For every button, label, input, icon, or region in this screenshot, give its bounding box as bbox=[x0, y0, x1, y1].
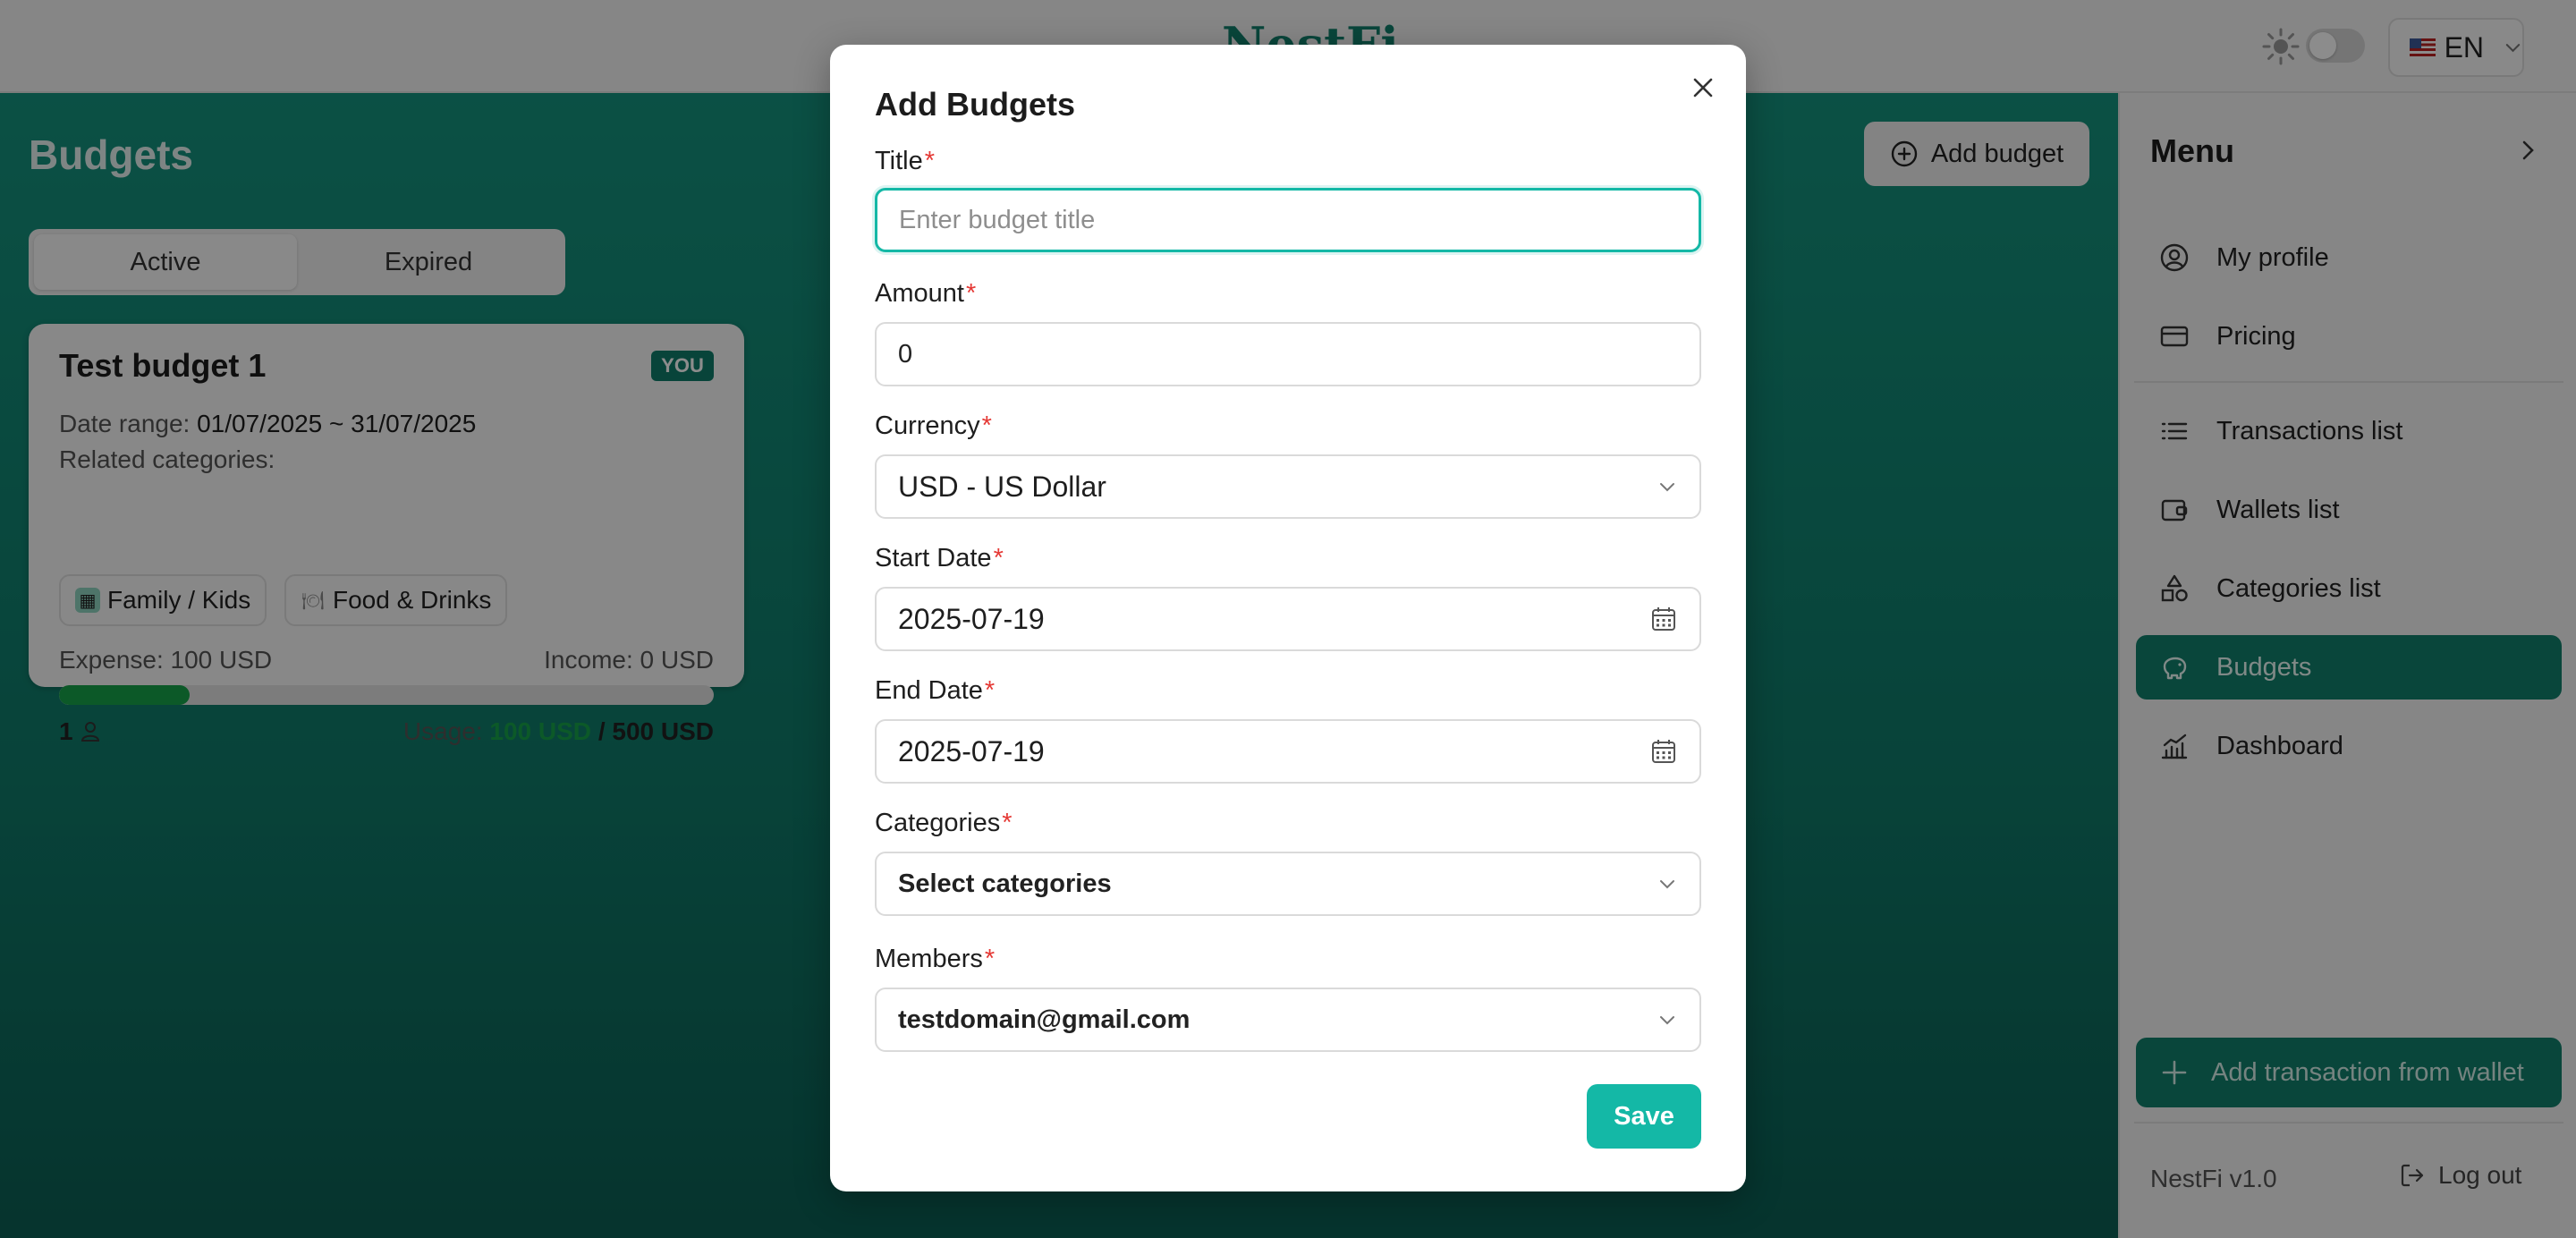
currency-value: USD - US Dollar bbox=[898, 470, 1106, 503]
end-date-field[interactable]: 2025-07-19 bbox=[875, 719, 1701, 784]
modal-title: Add Budgets bbox=[875, 86, 1075, 123]
categories-label: Categories* bbox=[875, 809, 1013, 837]
start-date-value: 2025-07-19 bbox=[898, 602, 1045, 635]
amount-label: Amount* bbox=[875, 279, 977, 308]
members-select[interactable]: testdomain@gmail.com bbox=[875, 988, 1701, 1052]
save-button[interactable]: Save bbox=[1587, 1084, 1701, 1149]
title-field[interactable] bbox=[875, 188, 1701, 252]
add-budget-modal: Add Budgets Title* Amount* 0 Currency* U… bbox=[830, 45, 1746, 1191]
members-value: testdomain@gmail.com bbox=[898, 1005, 1191, 1034]
amount-field[interactable]: 0 bbox=[875, 322, 1701, 386]
categories-value: Select categories bbox=[898, 869, 1112, 898]
members-label: Members* bbox=[875, 945, 996, 973]
title-label: Title* bbox=[875, 147, 936, 175]
calendar-icon[interactable] bbox=[1649, 605, 1678, 633]
end-date-label: End Date* bbox=[875, 676, 996, 705]
chevron-down-icon bbox=[1660, 880, 1674, 889]
calendar-icon[interactable] bbox=[1649, 737, 1678, 766]
currency-select[interactable]: USD - US Dollar bbox=[875, 454, 1701, 519]
title-input[interactable] bbox=[899, 205, 1677, 235]
start-date-label: Start Date* bbox=[875, 544, 1004, 572]
chevron-down-icon bbox=[1660, 1016, 1674, 1025]
chevron-down-icon bbox=[1660, 483, 1674, 492]
categories-select[interactable]: Select categories bbox=[875, 852, 1701, 916]
close-icon[interactable] bbox=[1690, 75, 1716, 100]
start-date-field[interactable]: 2025-07-19 bbox=[875, 587, 1701, 651]
amount-value[interactable]: 0 bbox=[898, 340, 1678, 369]
currency-label: Currency* bbox=[875, 411, 992, 440]
end-date-value: 2025-07-19 bbox=[898, 734, 1045, 767]
